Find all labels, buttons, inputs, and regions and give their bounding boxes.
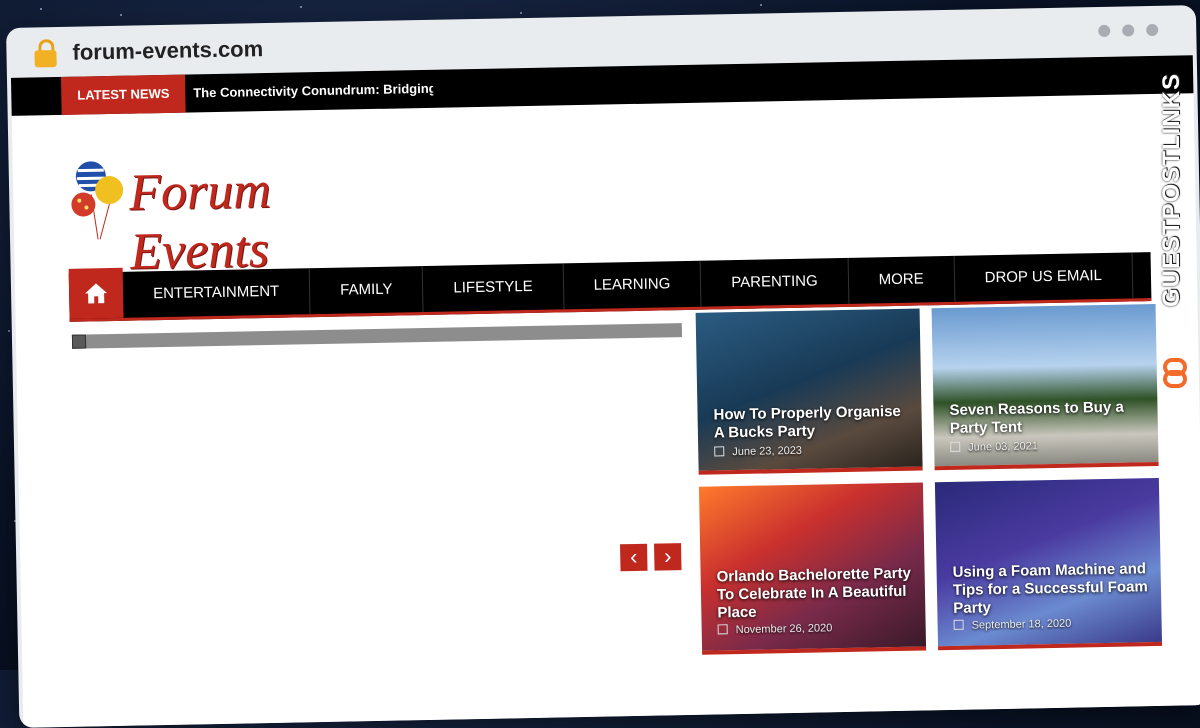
post-date: June 03, 2021 — [950, 440, 1038, 454]
post-date: June 23, 2023 — [714, 445, 802, 459]
browser-window: forum-events.com LATEST NEWS The Connect… — [6, 5, 1200, 728]
site-title: Forum Events — [128, 161, 272, 281]
watermark: GUESTPOSTLINKS — [1154, 58, 1194, 388]
balloons-icon — [71, 161, 124, 240]
nav-item-parenting[interactable]: PARENTING — [700, 257, 850, 307]
post-date-text: September 18, 2020 — [971, 617, 1072, 632]
nav-item-more[interactable]: MORE — [848, 255, 956, 304]
post-title[interactable]: How To Properly Organise A Bucks Party — [713, 403, 910, 443]
nav-item-lifestyle[interactable]: LIFESTYLE — [423, 263, 565, 313]
calendar-icon — [950, 441, 961, 452]
url-text[interactable]: forum-events.com — [72, 36, 263, 66]
slider-handle[interactable] — [71, 334, 87, 349]
nav-item-drop-us-email[interactable]: DROP US EMAIL — [954, 252, 1134, 302]
post-title[interactable]: Seven Reasons to Buy a Party Tent — [949, 398, 1140, 438]
web-page: LATEST NEWS The Connectivity Conundrum: … — [10, 55, 1200, 728]
nav-home-button[interactable] — [68, 267, 124, 319]
post-date-text: November 26, 2020 — [735, 622, 833, 637]
window-controls — [1098, 23, 1159, 38]
latest-news-label: LATEST NEWS — [60, 74, 186, 115]
slider-progress-bar[interactable] — [71, 323, 683, 349]
home-icon — [85, 283, 108, 304]
calendar-icon — [717, 624, 728, 635]
post-date-text: June 03, 2021 — [968, 440, 1039, 454]
post-title[interactable]: Using a Foam Machine and Tips for a Succ… — [952, 560, 1149, 618]
chevron-left-icon: ‹ — [629, 543, 638, 570]
calendar-icon — [714, 446, 725, 457]
nav-item-family[interactable]: FAMILY — [309, 266, 424, 315]
site-logo[interactable]: Forum Events — [68, 148, 420, 281]
slider-prev-button[interactable]: ‹ — [620, 543, 648, 572]
post-card[interactable]: How To Properly Organise A Bucks Party J… — [695, 308, 923, 475]
window-dot-icon — [1098, 24, 1111, 38]
window-dot-icon — [1122, 24, 1135, 37]
slider-next-button[interactable]: › — [654, 543, 682, 571]
post-date-text: June 23, 2023 — [732, 444, 803, 459]
calendar-icon — [953, 619, 964, 630]
post-card[interactable]: Seven Reasons to Buy a Party Tent June 0… — [931, 303, 1159, 471]
post-date: September 18, 2020 — [953, 617, 1072, 632]
link-icon — [1163, 358, 1187, 388]
nav-item-learning[interactable]: LEARNING — [563, 260, 702, 310]
lock-icon — [34, 39, 57, 68]
post-title[interactable]: Orlando Bachelorette Party To Celebrate … — [717, 565, 914, 623]
post-date: November 26, 2020 — [717, 622, 833, 637]
post-card[interactable]: Using a Foam Machine and Tips for a Succ… — [934, 477, 1163, 651]
window-dot-icon — [1146, 23, 1159, 37]
ticker-headline-link[interactable]: The Connectivity Conundrum: Bridging th — [193, 70, 433, 113]
watermark-text: GUESTPOSTLINKS — [1158, 72, 1185, 308]
chevron-right-icon: › — [663, 543, 672, 569]
post-card[interactable]: Orlando Bachelorette Party To Celebrate … — [698, 482, 927, 655]
nav-item-entertainment[interactable]: ENTERTAINMENT — [122, 268, 311, 318]
